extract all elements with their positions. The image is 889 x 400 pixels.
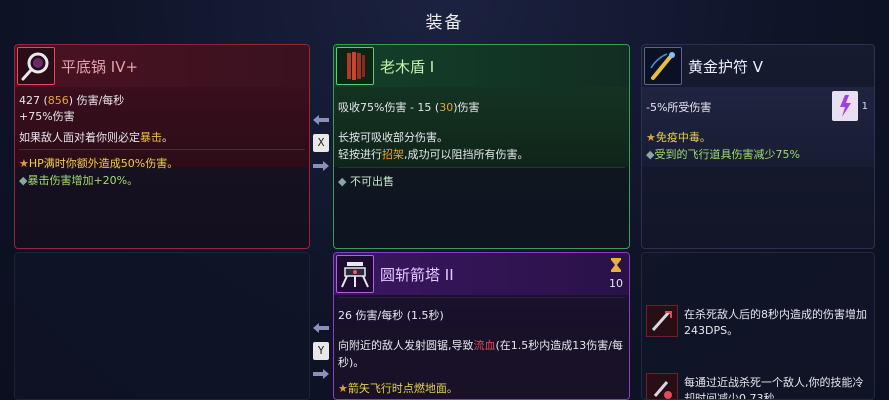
desc-text: 。 (162, 131, 173, 144)
affix-text: 箭矢飞行时点燃地面。 (347, 382, 458, 395)
item-name: 圆斩箭塔 II (380, 266, 454, 284)
desc-line: 向附近的敌人发射圆锯,导致流血(在1.5秒内造成13伤害/每 (338, 337, 625, 354)
affix-text: 受到的飞行道具伤害减少75% (654, 148, 800, 161)
divider (19, 149, 305, 150)
desc-text: (在1.5秒内造成13伤害/每 (495, 339, 624, 352)
card-header: 老木盾 I (334, 45, 629, 87)
item-name: 黄金护符 V (688, 58, 764, 76)
stat-text: 427 ( (19, 94, 48, 107)
mutation-icon (646, 373, 678, 399)
affix-line: ★HP满时你额外造成50%伤害。 (19, 155, 305, 172)
frying-pan-icon (17, 47, 55, 85)
card-header: 圆斩箭塔 II (334, 253, 629, 295)
wooden-shield-icon (336, 47, 374, 85)
affix-text: 不可出售 (349, 175, 394, 188)
stat-text: )伤害 (453, 101, 480, 114)
arrow-right-icon (313, 161, 329, 171)
desc-text: 如果敌人面对着你则必定 (19, 131, 140, 144)
bonus-stat: +75%伤害 (19, 110, 75, 123)
card-header: 平底锅 IV+ (15, 45, 309, 87)
stat-value: 30 (439, 101, 454, 114)
stat-text: 吸收75%伤害 - 15 ( (338, 101, 440, 114)
scroll-count: 1 (861, 101, 868, 112)
empty-slot (14, 252, 310, 400)
divider (338, 167, 625, 168)
damage-stat: 427 (856) 伤害/每秒 (15, 92, 309, 108)
absorb-stat: 吸收75%伤害 - 15 (30)伤害 (334, 99, 629, 115)
swap-key-x[interactable]: X (313, 134, 329, 152)
mutation-list: 在杀死敌人后的8秒内造成的伤害增加 243DPS。 每通过近战杀死一个敌人,你的… (641, 252, 875, 400)
desc-text: ,成功可以阻挡所有伤害。 (404, 148, 529, 161)
page-title: 装备 (425, 13, 464, 33)
scroll-icon (832, 91, 858, 121)
shield-card-old-wooden-shield[interactable]: 老木盾 I 吸收75%伤害 - 15 (30)伤害 长按可吸收部分伤害。 轻按进… (333, 44, 630, 249)
desc-text: 向附近的敌人发射圆锯,导致 (338, 339, 474, 352)
card-header: 黄金护符 V (642, 45, 874, 87)
bleed-keyword: 流血 (473, 339, 496, 352)
item-name: 老木盾 I (380, 58, 435, 76)
mutation-icon (646, 305, 678, 337)
affix-line: ◆受到的飞行道具伤害减少75% (646, 146, 870, 163)
affix-line: ★免疫中毒。 (646, 129, 870, 146)
star-icon: ★ (646, 131, 656, 144)
mutation-line: 在杀死敌人后的8秒内造成的伤害增加 (684, 308, 867, 321)
amulet-card-gold-amulet[interactable]: 黄金护符 V -5%所受伤害 1 ★免疫中毒。 ◆受到的飞行道具伤害减少75% (641, 44, 875, 249)
arrow-left-icon (313, 323, 329, 333)
mutation-line: 每通过近战杀死一个敌人,你的技能冷 (684, 376, 864, 389)
arrow-left-icon (313, 115, 329, 125)
stat-text: ) 伤害/每秒 (68, 94, 125, 107)
stat-crit-value: 856 (47, 94, 69, 107)
divider (338, 297, 625, 298)
affix-line: ◆ 不可出售 (338, 173, 625, 190)
affix-line: ★箭矢飞行时点燃地面。 (338, 380, 625, 397)
affix-text: HP满时你额外造成50%伤害。 (28, 157, 179, 170)
affix-text: 暴击伤害增加+20%。 (27, 174, 139, 187)
desc-text: 轻按进行 (338, 148, 382, 161)
item-description: 如果敌人面对着你则必定暴击。 (19, 129, 305, 146)
bullet-icon: ◆ (338, 175, 350, 188)
skill-card-turret[interactable]: 圆斩箭塔 II 10 26 伤害/每秒 (1.5秒) 向附近的敌人发射圆锯,导致… (333, 252, 630, 400)
crit-keyword: 暴击 (140, 131, 162, 144)
hourglass-icon (611, 258, 621, 272)
swap-key-y[interactable]: Y (313, 342, 329, 360)
cooldown-value: 10 (609, 277, 623, 290)
mutation-line: 却时间减少0.73秒 (684, 392, 775, 400)
mutation-line: 243DPS。 (684, 324, 739, 337)
parry-keyword: 招架 (382, 148, 404, 161)
swap-control-x[interactable]: X (311, 114, 331, 174)
turret-icon (336, 255, 374, 293)
weapon-card-frying-pan[interactable]: 平底锅 IV+ 427 (856) 伤害/每秒 +75%伤害 如果敌人面对着你则… (14, 44, 310, 249)
item-name: 平底锅 IV+ (61, 58, 139, 76)
amulet-icon (644, 47, 682, 85)
mutation-text: 在杀死敌人后的8秒内造成的伤害增加 243DPS。 (684, 307, 867, 339)
turret-dps-stat: 26 伤害/每秒 (1.5秒) (338, 309, 444, 322)
affix-line: ◆暴击伤害增加+20%。 (19, 172, 305, 189)
desc-line: 秒)。 (338, 356, 365, 369)
affix-text: 免疫中毒。 (655, 131, 711, 144)
swap-control-y[interactable]: Y (311, 322, 331, 382)
desc-line: 轻按进行招架,成功可以阻挡所有伤害。 (338, 146, 625, 163)
star-icon: ★ (19, 157, 29, 170)
arrow-right-icon (313, 369, 329, 379)
star-icon: ★ (338, 382, 348, 395)
desc-line: 长按可吸收部分伤害。 (338, 131, 448, 144)
mutation-text: 每通过近战杀死一个敌人,你的技能冷 却时间减少0.73秒 (684, 375, 864, 400)
